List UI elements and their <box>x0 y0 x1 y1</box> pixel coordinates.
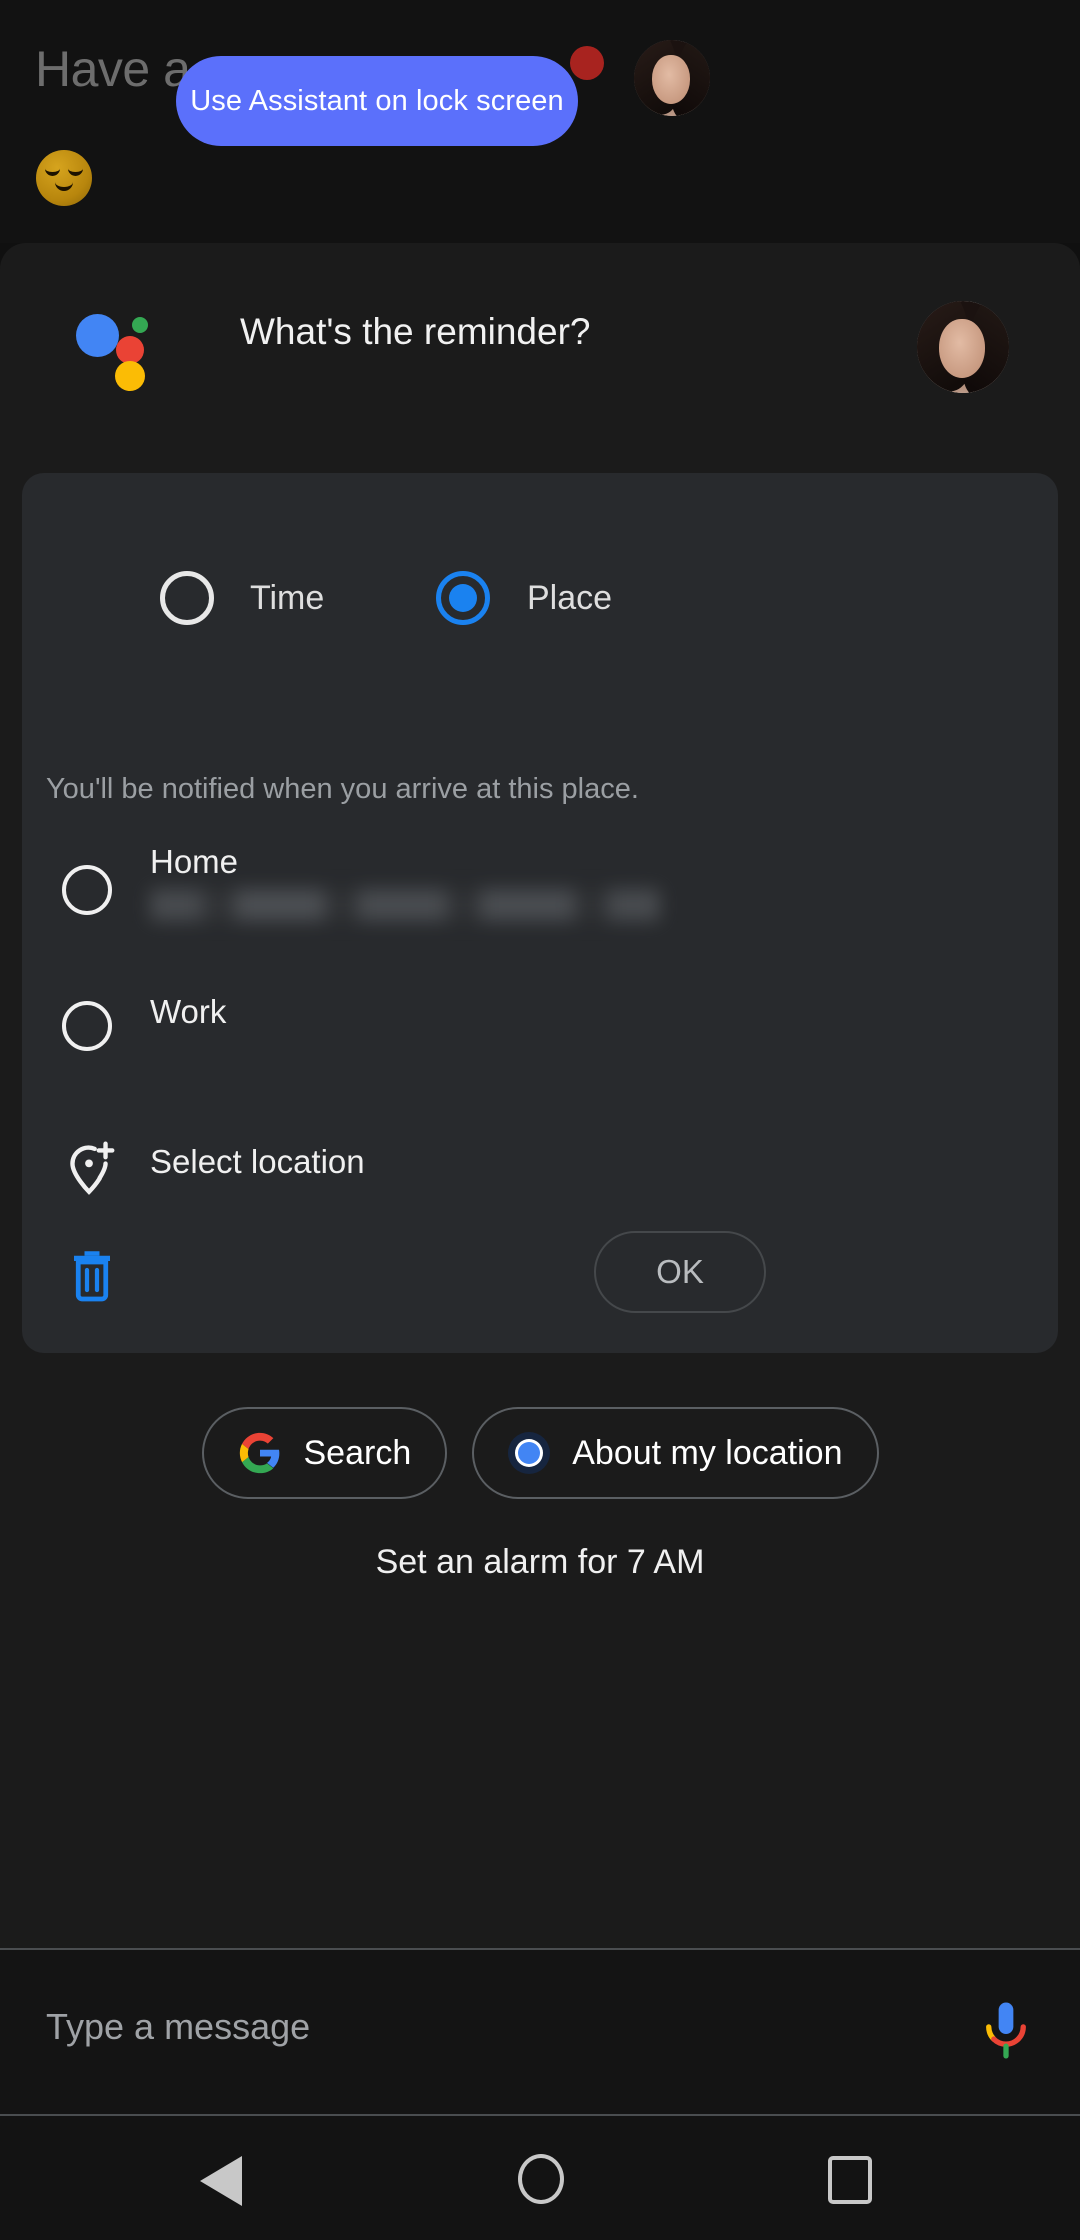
place-option-work[interactable]: Work <box>22 993 1058 1063</box>
ok-button[interactable]: OK <box>594 1231 766 1313</box>
lock-screen-tooltip-label: Use Assistant on lock screen <box>190 84 564 117</box>
chip-search-label: Search <box>303 1433 412 1472</box>
emoji-eye-left <box>45 168 60 176</box>
ok-button-label: OK <box>656 1253 704 1290</box>
chip-search[interactable]: Search <box>201 1407 448 1499</box>
select-location-row[interactable]: Select location <box>22 1141 1058 1211</box>
user-avatar[interactable] <box>917 301 1009 393</box>
delete-reminder-button[interactable] <box>62 1243 122 1307</box>
reminder-mode-row: Time Place <box>22 553 1058 643</box>
back-triangle-icon[interactable] <box>200 2156 242 2206</box>
location-dot-icon <box>508 1432 551 1474</box>
radio-home[interactable] <box>62 865 112 915</box>
assistant-question-row: What's the reminder? <box>0 295 1080 405</box>
google-mic-icon[interactable] <box>975 2000 1037 2066</box>
emoji-eye-right <box>68 168 83 176</box>
radio-place[interactable] <box>436 571 490 625</box>
home-address-redacted <box>150 889 660 921</box>
chip-about-my-location[interactable]: About my location <box>472 1407 879 1499</box>
user-avatar-image <box>917 301 1009 393</box>
google-assistant-logo <box>76 308 154 391</box>
android-nav-bar <box>0 2116 1080 2240</box>
alarm-suggestion[interactable]: Set an alarm for 7 AM <box>0 1543 1080 1582</box>
notification-badge <box>570 46 604 80</box>
message-input[interactable]: Type a message <box>46 2006 310 2048</box>
place-option-home[interactable]: Home <box>22 843 1058 953</box>
radio-time[interactable] <box>160 571 214 625</box>
assistant-panel: What's the reminder? Time Place You'll b… <box>0 243 1080 1948</box>
reminder-hint-text: You'll be notified when you arrive at th… <box>46 773 639 805</box>
phone-screen: Have a g Use Assistant on lock screen Wh… <box>0 0 1080 2240</box>
radio-work[interactable] <box>62 1001 112 1051</box>
reminder-card: Time Place You'll be notified when you a… <box>22 473 1058 1353</box>
recents-square-icon[interactable] <box>828 2156 872 2204</box>
avatar-image <box>634 40 710 116</box>
assistant-question-text: What's the reminder? <box>240 311 591 352</box>
lock-screen-tooltip[interactable]: Use Assistant on lock screen <box>176 56 578 146</box>
chip-about-my-location-label: About my location <box>572 1433 843 1472</box>
trash-icon <box>74 1251 110 1302</box>
radio-place-label[interactable]: Place <box>527 579 612 618</box>
suggestion-chips: Search About my location <box>0 1403 1080 1503</box>
account-avatar[interactable] <box>634 40 710 116</box>
place-work-label: Work <box>150 993 227 1030</box>
home-circle-icon[interactable] <box>518 2154 564 2204</box>
relieved-face-emoji <box>36 150 92 206</box>
place-home-label: Home <box>150 843 239 880</box>
add-location-pin-icon <box>58 1137 120 1199</box>
select-location-label: Select location <box>150 1143 365 1180</box>
google-g-icon <box>238 1431 282 1475</box>
emoji-mouth <box>55 181 73 191</box>
message-input-bar: Type a message <box>0 1950 1080 2115</box>
radio-time-label[interactable]: Time <box>250 579 324 618</box>
